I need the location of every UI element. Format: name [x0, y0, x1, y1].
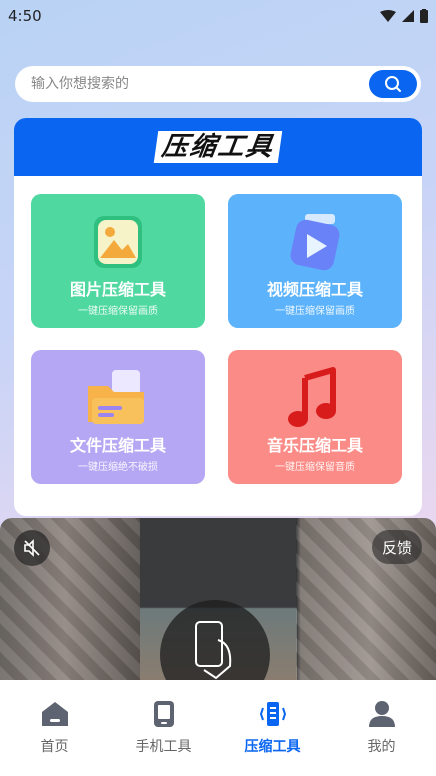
image-compress-tool[interactable]: 图片压缩工具 一键压缩保留画质 — [31, 194, 205, 328]
music-compress-tool[interactable]: 音乐压缩工具 一键压缩保留音质 — [228, 350, 402, 484]
image-icon — [78, 208, 158, 278]
tool-desc: 一键压缩绝不破损 — [78, 462, 158, 473]
nav-label: 首页 — [40, 739, 69, 755]
card-header: 压缩工具 — [14, 118, 422, 176]
nav-label: 手机工具 — [135, 739, 192, 755]
folder-icon — [78, 364, 158, 434]
nav-label: 我的 — [367, 739, 396, 755]
tool-desc: 一键压缩保留画质 — [78, 306, 158, 317]
video-compress-tool[interactable]: 视频压缩工具 一键压缩保留画质 — [228, 194, 402, 328]
nav-compress-tools[interactable]: 压缩工具 — [223, 700, 323, 756]
nav-mine[interactable]: 我的 — [332, 700, 432, 756]
mute-button[interactable] — [14, 530, 50, 566]
bottom-nav: 首页 手机工具 压缩工具 我的 — [0, 680, 436, 776]
search-input[interactable] — [29, 75, 369, 93]
hand-phone-icon — [160, 600, 270, 680]
signal-icon — [402, 10, 414, 22]
video-icon — [275, 208, 355, 278]
status-bar: 4:50 — [0, 0, 436, 32]
tool-desc: 一键压缩保留画质 — [275, 306, 355, 317]
mute-icon — [24, 539, 40, 557]
tool-name: 图片压缩工具 — [69, 280, 166, 299]
compress-tools-card: 压缩工具 图片压缩工具 一键压缩保留画质 视频压缩工具 一键压缩保留画质 文件压… — [14, 118, 422, 516]
search-icon — [385, 76, 401, 92]
search-button[interactable] — [369, 70, 417, 98]
phone-icon — [153, 701, 174, 727]
status-icons — [380, 9, 428, 23]
home-icon — [41, 702, 68, 726]
tool-name: 音乐压缩工具 — [266, 436, 363, 455]
battery-icon — [420, 9, 428, 23]
feedback-button[interactable]: 反馈 — [371, 530, 422, 564]
video-ad-panel[interactable]: 反馈 — [0, 518, 436, 680]
file-compress-tool[interactable]: 文件压缩工具 一键压缩绝不破损 — [31, 350, 205, 484]
user-icon — [368, 701, 395, 727]
nav-label: 压缩工具 — [244, 739, 301, 755]
tool-name: 视频压缩工具 — [266, 280, 363, 299]
nav-home[interactable]: 首页 — [5, 700, 105, 756]
tool-desc: 一键压缩保留音质 — [275, 462, 355, 473]
compress-icon — [259, 702, 286, 726]
music-note-icon — [275, 364, 355, 434]
card-title: 压缩工具 — [153, 131, 283, 163]
status-time: 4:50 — [8, 7, 42, 25]
nav-phone-tools[interactable]: 手机工具 — [114, 700, 214, 756]
wifi-icon — [380, 10, 396, 22]
search-bar — [15, 66, 421, 102]
tool-name: 文件压缩工具 — [69, 436, 166, 455]
